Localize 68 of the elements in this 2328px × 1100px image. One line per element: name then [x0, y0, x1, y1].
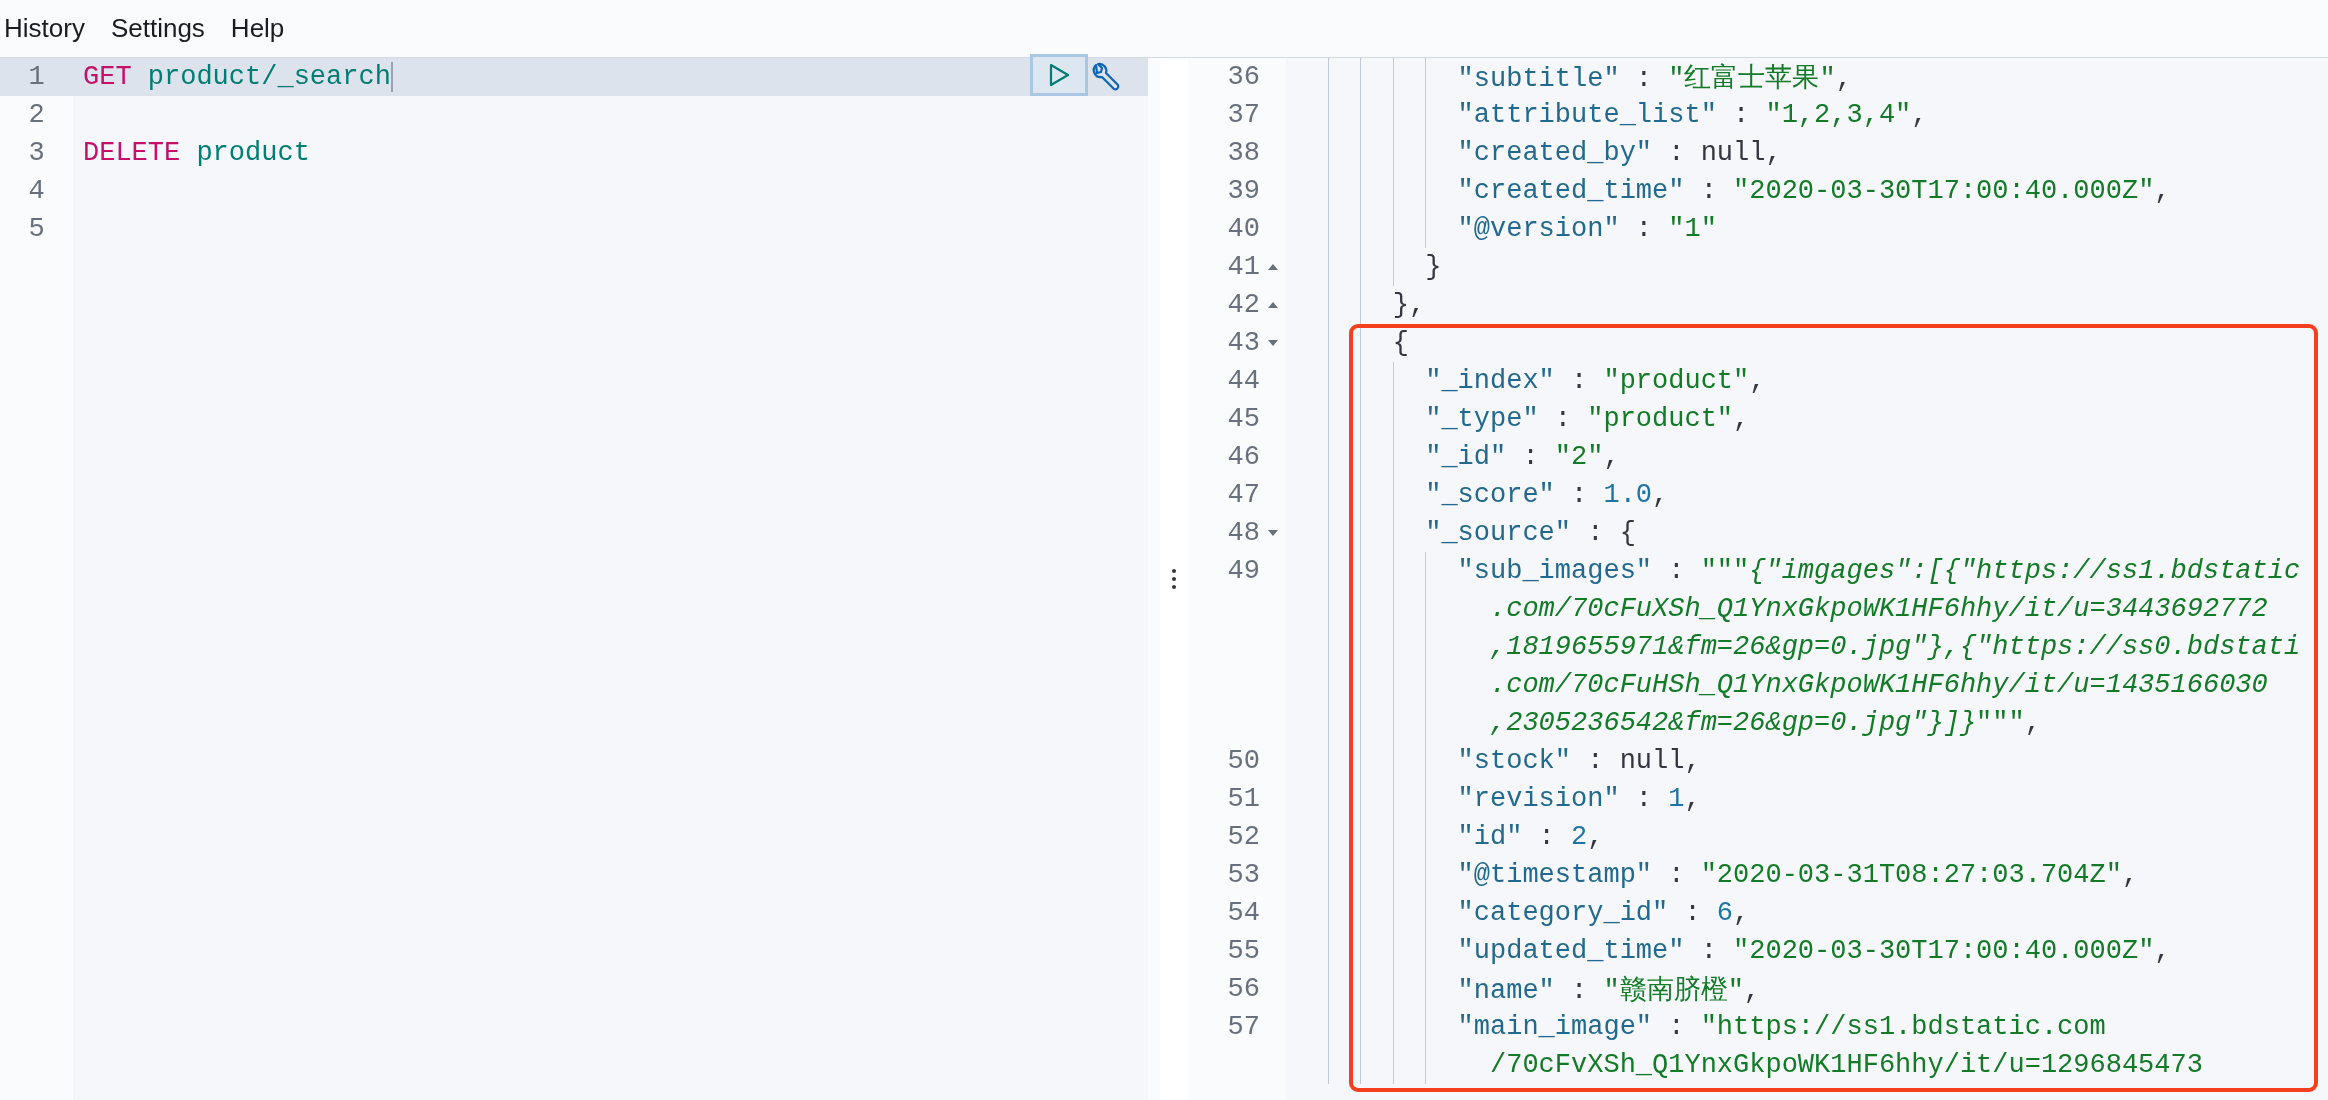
line-number: 40	[1227, 213, 1260, 246]
line-number: 54	[1227, 897, 1260, 930]
line-number: 55	[1227, 935, 1260, 968]
line-number: 4	[28, 176, 45, 206]
code-line: "@version" : "1"	[1457, 214, 1717, 244]
line-number: 44	[1227, 365, 1260, 398]
code-line: "stock" : null,	[1457, 746, 1701, 776]
line-number: 3	[28, 138, 45, 168]
menu-item[interactable]: Help	[230, 13, 285, 44]
line-number: 56	[1227, 973, 1260, 1006]
line-number: 52	[1227, 821, 1260, 854]
line-number: 51	[1227, 783, 1260, 816]
code-line: "_score" : 1.0,	[1425, 480, 1669, 510]
play-icon	[1047, 62, 1071, 88]
line-number: 47	[1227, 479, 1260, 512]
line-number: 38	[1227, 137, 1260, 170]
code-line: "sub_images" : """{"imgages":[{"https://ss1.bdstatic	[1457, 556, 2301, 586]
line-number: 42	[1227, 289, 1260, 322]
line-number: 48	[1227, 517, 1260, 550]
fold-icon[interactable]	[1268, 302, 1278, 308]
code-line: "subtitle" : "红富士苹果",	[1457, 62, 1852, 95]
code-line: GET product/_search	[83, 62, 391, 92]
code-line: "id" : 2,	[1457, 822, 1604, 852]
line-number: 39	[1227, 175, 1260, 208]
code-line: "created_by" : null,	[1457, 138, 1782, 168]
code-line: "_id" : "2",	[1425, 442, 1620, 472]
code-line: "category_id" : 6,	[1457, 898, 1750, 928]
line-number: 37	[1227, 99, 1260, 132]
code-line: }	[1425, 252, 1442, 282]
fold-icon[interactable]	[1268, 530, 1278, 536]
code-line: "revision" : 1,	[1457, 784, 1701, 814]
line-number: 46	[1227, 441, 1260, 474]
code-line: "updated_time" : "2020-03-30T17:00:40.000Z",	[1457, 936, 2171, 966]
line-number: 36	[1227, 61, 1260, 94]
code-line: "main_image" : "https://ss1.bdstatic.com	[1457, 1012, 2106, 1042]
text-cursor	[390, 62, 393, 92]
code-line: ,2305236542&fm=26&gp=0.jpg"}]}""",	[1490, 708, 2041, 738]
line-number: 57	[1227, 1011, 1260, 1044]
line-number: 1	[28, 62, 45, 92]
code-line: "_source" : {	[1425, 518, 1636, 548]
code-line: "name" : "赣南脐橙",	[1457, 974, 1761, 1007]
line-number: 5	[28, 214, 45, 244]
run-button[interactable]	[1030, 54, 1088, 96]
line-number: 43	[1227, 327, 1260, 360]
code-line: ,1819655971&fm=26&gp=0.jpg"},{"https://ss0.bdstati	[1490, 632, 2301, 662]
fold-icon[interactable]	[1268, 340, 1278, 346]
code-line: "_index" : "product",	[1425, 366, 1766, 396]
code-line: {	[1392, 328, 1409, 358]
line-number: 49	[1227, 555, 1260, 588]
code-line: "_type" : "product",	[1425, 404, 1750, 434]
menu-item[interactable]: History	[4, 13, 85, 44]
code-line: .com/70cFuHSh_Q1YnxGkpoWK1HF6hhy/it/u=1435166030	[1490, 670, 2268, 700]
line-number: 41	[1227, 251, 1260, 284]
fold-icon[interactable]	[1268, 264, 1278, 270]
code-line: },	[1392, 290, 1426, 320]
wrench-icon[interactable]	[1090, 61, 1122, 93]
code-line: DELETE product	[83, 138, 310, 168]
line-number: 53	[1227, 859, 1260, 892]
code-line: "attribute_list" : "1,2,3,4",	[1457, 100, 1928, 130]
code-line: "@timestamp" : "2020-03-31T08:27:03.704Z",	[1457, 860, 2139, 890]
menu-item[interactable]: Settings	[110, 13, 205, 44]
code-line: .com/70cFuXSh_Q1YnxGkpoWK1HF6hhy/it/u=3443692772	[1490, 594, 2268, 624]
resize-handle[interactable]	[1171, 567, 1177, 591]
code-line: /70cFvXSh_Q1YnxGkpoWK1HF6hhy/it/u=1296845473	[1490, 1050, 2203, 1080]
line-number: 45	[1227, 403, 1260, 436]
line-number: 2	[28, 100, 45, 130]
code-line: "created_time" : "2020-03-30T17:00:40.000Z",	[1457, 176, 2171, 206]
line-number: 50	[1227, 745, 1260, 778]
